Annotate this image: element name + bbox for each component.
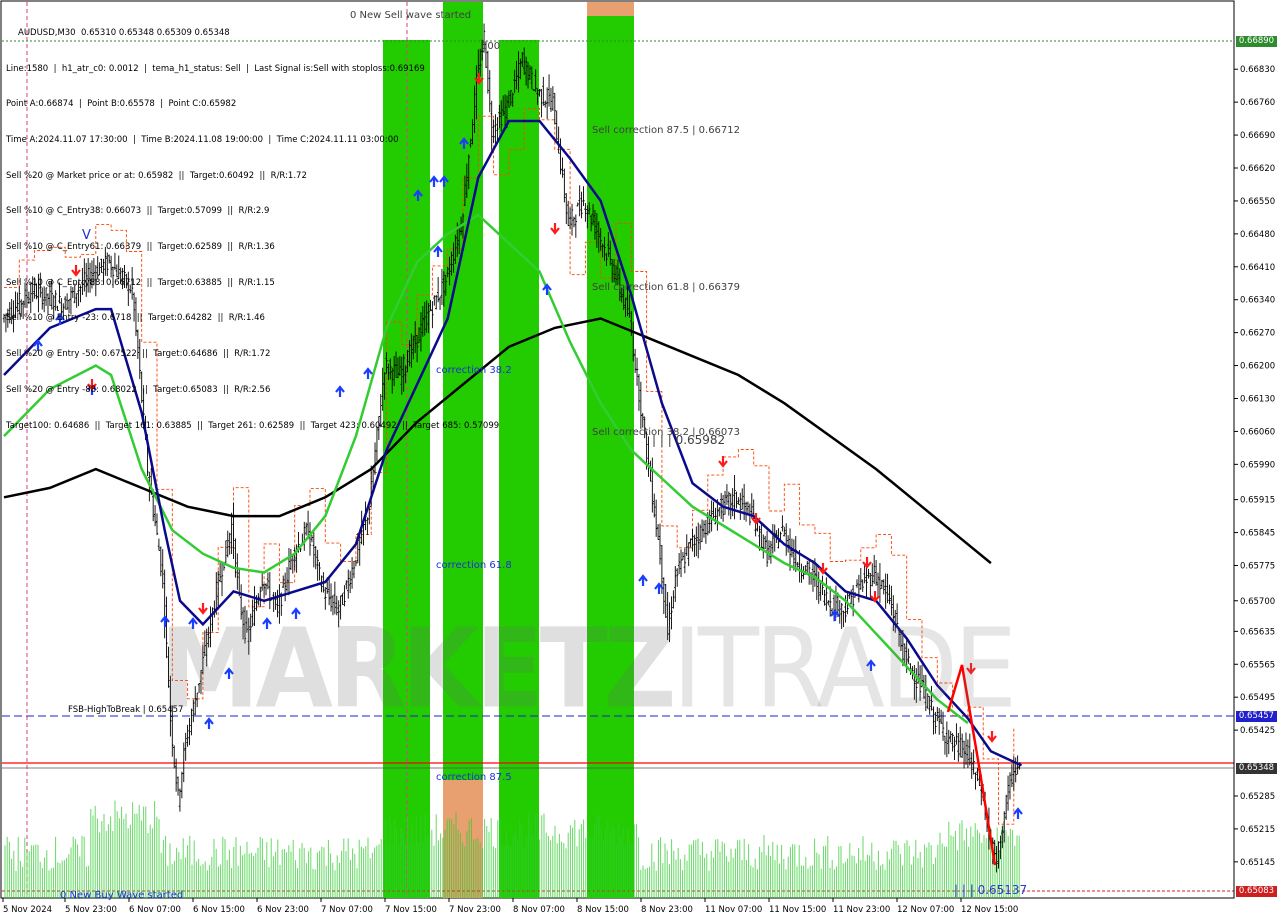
current-price-tag: 0.65348: [1236, 763, 1277, 774]
x-tick-label: 11 Nov 15:00: [769, 905, 826, 915]
point-c-label: | | | 0.65982: [652, 433, 726, 447]
y-tick-label: 0.66200: [1240, 362, 1275, 372]
y-tick-label: 0.66480: [1240, 230, 1275, 240]
y-tick-label: 0.65565: [1240, 660, 1275, 670]
correction-38-label: correction 38.2: [436, 365, 512, 376]
correction-61-label: correction 61.8: [436, 560, 512, 571]
new-buy-wave-label: 0 New Buy Wave started: [60, 890, 184, 901]
green-zone: [587, 16, 634, 898]
sell-correction-87-label: Sell correction 87.5 | 0.66712: [592, 125, 741, 136]
y-tick-label: 0.65990: [1240, 460, 1275, 470]
y-tick-label: 0.66060: [1240, 427, 1275, 437]
info-line: Sell %20 @ Market price or at: 0.65982 |…: [6, 170, 307, 181]
info-line: Line:1580 | h1_atr_c0: 0.0012 | tema_h1_…: [6, 63, 425, 74]
y-tick-label: 0.66690: [1240, 131, 1275, 141]
info-line: Point A:0.66874 | Point B:0.65578 | Poin…: [6, 99, 237, 110]
watermark-thin: ITRADE: [672, 604, 1017, 733]
correction-87-label: correction 87.5: [436, 772, 512, 783]
x-tick-label: 11 Nov 23:00: [833, 905, 890, 915]
x-tick-label: 7 Nov 15:00: [385, 905, 437, 915]
y-tick-label: 0.66410: [1240, 263, 1275, 273]
y-tick-label: 0.66550: [1240, 197, 1275, 207]
y-tick-label: 0.66620: [1240, 164, 1275, 174]
x-tick-label: 8 Nov 15:00: [577, 905, 629, 915]
y-tick-label: 0.65915: [1240, 496, 1275, 506]
x-tick-label: 7 Nov 23:00: [449, 905, 501, 915]
x-tick-label: 6 Nov 07:00: [129, 905, 181, 915]
x-tick-label: 12 Nov 07:00: [897, 905, 954, 915]
y-tick-label: 0.65215: [1240, 825, 1275, 835]
x-tick-label: 8 Nov 07:00: [513, 905, 565, 915]
y-tick-label: 0.65700: [1240, 597, 1275, 607]
x-tick-label: 6 Nov 15:00: [193, 905, 245, 915]
green-zone: [499, 40, 539, 898]
fsb-price-tag: 0.65457: [1236, 711, 1277, 722]
bottom-price-tag: 0.65083: [1236, 886, 1277, 897]
info-line: Sell %10 @ C_Entry61: 0.66379 || Target:…: [6, 242, 275, 253]
y-tick-label: 0.65845: [1240, 529, 1275, 539]
y-axis-ticks: 0.66830 0.66760 0.66690 0.66620 0.66550 0.664…: [1234, 65, 1275, 868]
y-tick-label: 0.65145: [1240, 858, 1275, 868]
x-tick-label: 11 Nov 07:00: [705, 905, 762, 915]
v-marker: V: [82, 228, 91, 243]
x-tick-label: 5 Nov 2024: [3, 905, 52, 915]
info-line: Time A:2024.11.07 17:30:00 | Time B:2024…: [6, 134, 399, 145]
y-tick-label: 0.66760: [1240, 98, 1275, 108]
x-tick-label: 6 Nov 23:00: [257, 905, 309, 915]
x-tick-label: 12 Nov 15:00: [961, 905, 1018, 915]
y-tick-label: 0.65285: [1240, 792, 1275, 802]
y-tick-label: 0.65495: [1240, 693, 1275, 703]
y-tick-label: 0.66270: [1240, 329, 1275, 339]
x-tick-label: 8 Nov 23:00: [641, 905, 693, 915]
info-panel: AUDUSD,M30 0.65310 0.65348 0.65309 0.653…: [6, 4, 499, 444]
y-tick-label: 0.65775: [1240, 561, 1275, 571]
orange-zone: [587, 2, 634, 16]
info-line: Sell %10 @ C_Entry38: 0.66073 || Target:…: [6, 206, 270, 217]
info-line: Sell %20 @ Entry -88: 0.68022 || Target:…: [6, 384, 271, 395]
info-line: Sell %10 @ Entry -23: 0.6718 || Target:0…: [6, 313, 265, 324]
new-sell-wave-label: 0 New Sell wave started: [350, 10, 472, 21]
hundred-label: 100: [481, 41, 501, 52]
fsb-label: FSB-HighToBreak | 0.65457: [68, 705, 184, 715]
low-price-label: | | | 0.65137: [954, 883, 1028, 897]
info-line: Sell %20 @ Entry -50: 0.67522 || Target:…: [6, 349, 271, 360]
x-tick-label: 5 Nov 23:00: [65, 905, 117, 915]
y-tick-label: 0.66340: [1240, 296, 1275, 306]
x-tick-label: 7 Nov 07:00: [321, 905, 373, 915]
watermark: MARKETZITRADE: [160, 604, 1017, 733]
sell-correction-61-label: Sell correction 61.8 | 0.66379: [592, 282, 741, 293]
top-price-tag: 0.66890: [1236, 36, 1277, 47]
y-tick-label: 0.65425: [1240, 726, 1275, 736]
info-line: Target100: 0.64686 || Target 161: 0.6388…: [6, 420, 500, 431]
y-tick-label: 0.66830: [1240, 65, 1275, 75]
info-line: Sell %10 @ C_Entry88: 0.66712 || Target:…: [6, 277, 275, 288]
symbol-line: AUDUSD,M30 0.65310 0.65348 0.65309 0.653…: [18, 27, 230, 38]
y-tick-label: 0.65635: [1240, 627, 1275, 637]
watermark-bold: MARKETZ: [160, 604, 676, 733]
y-tick-label: 0.66130: [1240, 394, 1275, 404]
